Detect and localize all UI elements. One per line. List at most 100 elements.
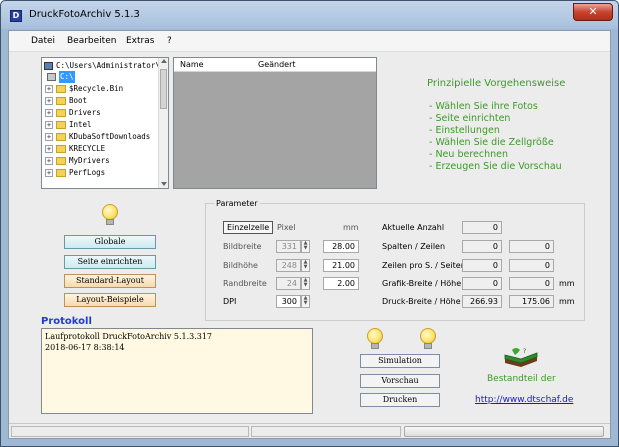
tree-item-label: Intel bbox=[69, 120, 92, 129]
dpi-label: DPI bbox=[223, 297, 237, 306]
aktuelle-anzahl-label: Aktuelle Anzahl bbox=[382, 223, 445, 232]
randbreite-spinner[interactable]: ▲ ▼ bbox=[301, 277, 310, 290]
log-line: 2018-06-17 8:38:14 bbox=[45, 343, 125, 352]
tree-scrollbar[interactable] bbox=[158, 58, 168, 188]
pixel-header: Pixel bbox=[277, 223, 296, 232]
menu-extras[interactable]: Extras bbox=[126, 36, 154, 46]
progress-bar bbox=[404, 426, 604, 437]
menu-bearbeiten[interactable]: Bearbeiten bbox=[67, 36, 116, 46]
seite-einrichten-button[interactable]: Seite einrichten bbox=[64, 255, 156, 269]
parameter-title: Parameter bbox=[214, 199, 260, 208]
close-button[interactable]: ✕ bbox=[573, 3, 613, 21]
column-geaendert[interactable]: Geändert bbox=[258, 58, 296, 72]
app-icon-letter: D bbox=[12, 11, 20, 20]
dpi-value[interactable]: 300 bbox=[276, 295, 301, 308]
folder-icon bbox=[56, 145, 66, 153]
folder-icon bbox=[56, 97, 66, 105]
folder-icon bbox=[56, 109, 66, 117]
app-icon: D bbox=[10, 10, 22, 22]
menu-bar: Datei Bearbeiten Extras ? bbox=[9, 31, 610, 52]
protokoll-log[interactable]: Laufprotokoll DruckFotoArchiv 5.1.3.317 … bbox=[41, 328, 313, 414]
bildbreite-pixel[interactable]: 331 bbox=[276, 240, 301, 253]
app-window: D DruckFotoArchiv 5.1.3 ✕ Datei Bearbeit… bbox=[0, 0, 619, 447]
close-icon: ✕ bbox=[588, 5, 598, 18]
website-link[interactable]: http://www.dtschaf.de bbox=[475, 395, 573, 405]
lightbulb-icon bbox=[102, 204, 118, 226]
layout-beispiele-button[interactable]: Layout-Beispiele bbox=[64, 293, 156, 307]
info-step: - Wählen Sie ihre Fotos bbox=[429, 101, 538, 112]
vorschau-button[interactable]: Vorschau bbox=[360, 374, 440, 388]
randbreite-pixel[interactable]: 24 bbox=[276, 277, 301, 290]
scroll-up-icon[interactable] bbox=[161, 59, 167, 63]
drucken-button[interactable]: Drucken bbox=[360, 393, 440, 407]
tree-item-label: $Recycle.Bin bbox=[69, 84, 124, 93]
tree-item-label: Drivers bbox=[69, 108, 101, 117]
grafik-breite-label: Grafik-Breite / Höhe bbox=[382, 279, 462, 288]
randbreite-mm[interactable]: 2.00 bbox=[323, 277, 359, 290]
bildhoehe-mm[interactable]: 21.00 bbox=[323, 259, 359, 272]
bildbreite-mm[interactable]: 28.00 bbox=[323, 240, 359, 253]
column-name[interactable]: Name bbox=[180, 58, 204, 72]
folder-icon bbox=[56, 85, 66, 93]
tree-item-label: Boot bbox=[69, 96, 88, 105]
zeilen-pro-seite-label: Zeilen pro S. / Seiten bbox=[382, 261, 466, 270]
lightbulb-icon bbox=[367, 328, 383, 350]
window-title: DruckFotoArchiv 5.1.3 bbox=[29, 9, 140, 20]
spalten-zeilen-label: Spalten / Zeilen bbox=[382, 242, 446, 251]
mm-header: mm bbox=[343, 223, 359, 232]
title-bar[interactable]: D DruckFotoArchiv 5.1.3 ✕ bbox=[1, 1, 618, 29]
info-step: - Erzeugen Sie die Vorschau bbox=[429, 161, 562, 172]
seiten-value: 0 bbox=[509, 259, 554, 272]
expand-icon[interactable]: + bbox=[45, 169, 53, 177]
folder-icon bbox=[56, 157, 66, 165]
list-header: Name Geändert bbox=[174, 58, 376, 72]
file-list[interactable]: Name Geändert bbox=[173, 57, 377, 189]
expand-icon[interactable]: + bbox=[45, 145, 53, 153]
tree-item-label: PerfLogs bbox=[69, 168, 106, 177]
drive-icon bbox=[47, 73, 56, 81]
einzelzelle-button[interactable]: Einzelzelle bbox=[223, 221, 274, 234]
druck-breite-value: 266.93 bbox=[462, 295, 502, 308]
info-step: - Seite einrichten bbox=[429, 113, 511, 124]
expand-icon[interactable]: + bbox=[45, 97, 53, 105]
standard-layout-button[interactable]: Standard-Layout bbox=[64, 274, 156, 288]
zeilen-value: 0 bbox=[509, 240, 554, 253]
tree-item-label: KRECYCLE bbox=[69, 144, 106, 153]
status-pane bbox=[11, 426, 249, 437]
zeilen-pro-seite-value: 0 bbox=[462, 259, 502, 272]
bildhoehe-spinner[interactable]: ▲ ▼ bbox=[301, 259, 310, 272]
book-icon: ? bbox=[504, 348, 538, 367]
globale-button[interactable]: Globale bbox=[64, 235, 156, 249]
lightbulb-icon bbox=[420, 328, 436, 350]
status-bar bbox=[9, 423, 610, 438]
computer-icon bbox=[44, 62, 53, 70]
expand-icon[interactable]: + bbox=[45, 133, 53, 141]
info-step: - Neu berechnen bbox=[429, 149, 508, 160]
tree-scroll-thumb[interactable] bbox=[160, 69, 167, 109]
spalten-value: 0 bbox=[462, 240, 502, 253]
simulation-button[interactable]: Simulation bbox=[360, 354, 440, 368]
druck-hoehe-value: 175.06 bbox=[509, 295, 554, 308]
randbreite-label: Randbreite bbox=[223, 279, 267, 288]
protokoll-title: Protokoll bbox=[41, 316, 92, 327]
dpi-spinner[interactable]: ▲ ▼ bbox=[301, 295, 310, 308]
expand-icon[interactable]: + bbox=[45, 85, 53, 93]
grafik-breite-value: 0 bbox=[462, 277, 502, 290]
scroll-down-icon[interactable] bbox=[161, 182, 167, 186]
expand-icon[interactable]: + bbox=[45, 157, 53, 165]
folder-icon bbox=[56, 121, 66, 129]
menu-help[interactable]: ? bbox=[167, 36, 172, 46]
grafik-hoehe-value: 0 bbox=[509, 277, 554, 290]
svg-text:?: ? bbox=[523, 348, 526, 355]
folder-icon bbox=[56, 133, 66, 141]
bildbreite-spinner[interactable]: ▲ ▼ bbox=[301, 240, 310, 253]
info-step: - Wählen Sie die Zellgröße bbox=[429, 137, 554, 148]
expand-icon[interactable]: + bbox=[45, 121, 53, 129]
tree-selected-label: C:\ bbox=[59, 71, 75, 83]
info-title: Prinzipielle Vorgehensweise bbox=[427, 78, 566, 89]
bildhoehe-pixel[interactable]: 248 bbox=[276, 259, 301, 272]
bildhoehe-label: Bildhöhe bbox=[223, 261, 258, 270]
expand-icon[interactable]: + bbox=[45, 109, 53, 117]
folder-tree[interactable]: C:\Users\Administrator\ C:\ + $Recycle.Bi… bbox=[41, 57, 169, 189]
menu-datei[interactable]: Datei bbox=[31, 36, 55, 46]
